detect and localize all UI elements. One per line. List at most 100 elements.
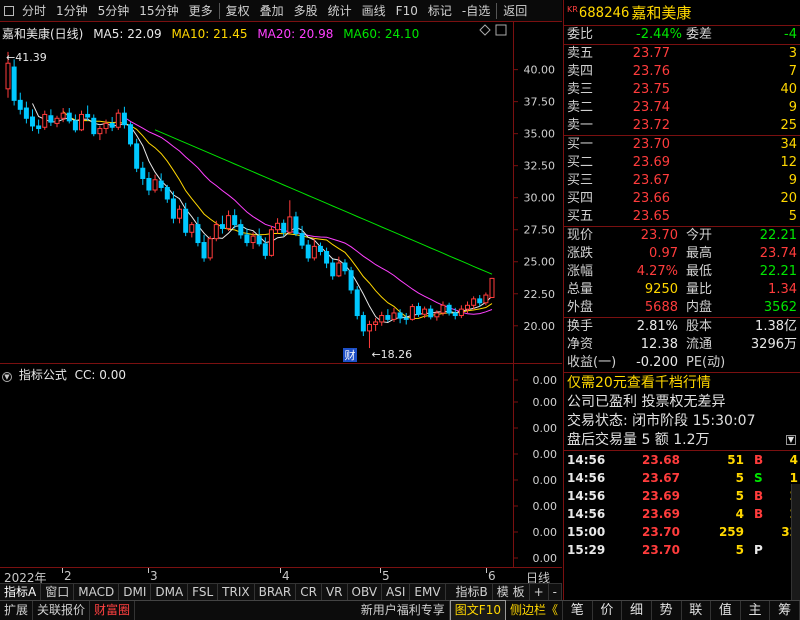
toolbar-button[interactable]: 画线: [357, 0, 391, 22]
stock-name[interactable]: 嘉和美康: [631, 2, 691, 23]
diamond-icon[interactable]: [479, 24, 491, 36]
order-price[interactable]: 23.66: [633, 190, 670, 208]
candle-body[interactable]: [91, 117, 97, 135]
toolbar-button[interactable]: 返回: [498, 0, 532, 22]
extend-button[interactable]: 扩展: [0, 601, 34, 620]
candle-body[interactable]: [471, 298, 477, 306]
indicator-tab[interactable]: DMI: [119, 584, 152, 600]
candle-body[interactable]: [317, 245, 323, 252]
candle-body[interactable]: [428, 308, 434, 318]
indicator-tab[interactable]: 指标A: [0, 584, 42, 600]
candle-body[interactable]: [183, 208, 189, 233]
toolbar-button[interactable]: -自选: [457, 0, 495, 22]
candle-body[interactable]: [66, 112, 72, 122]
toolbar-checkbox[interactable]: [4, 5, 14, 16]
candle-body[interactable]: [85, 113, 91, 118]
quote-tab[interactable]: 价: [593, 601, 623, 620]
order-price[interactable]: 23.70: [633, 136, 670, 154]
toolbar-button[interactable]: 更多: [184, 0, 218, 22]
candle-body[interactable]: [336, 262, 342, 277]
candle-body[interactable]: [348, 270, 354, 291]
indicator-tab[interactable]: DMA: [151, 584, 189, 600]
candle-body[interactable]: [287, 216, 293, 233]
f10-graphic-button[interactable]: 图文F10: [449, 600, 506, 620]
candle-body[interactable]: [256, 235, 262, 245]
level2-promo[interactable]: 仅需20元查看千档行情: [564, 373, 800, 393]
toolbar-button[interactable]: 5分钟: [93, 0, 135, 22]
candle-body[interactable]: [366, 324, 372, 332]
toolbar-button[interactable]: F10: [391, 0, 423, 22]
order-price[interactable]: 23.77: [633, 45, 670, 63]
candle-body[interactable]: [97, 128, 103, 135]
candle-body[interactable]: [391, 312, 397, 320]
candle-body[interactable]: [281, 222, 287, 233]
candle-body[interactable]: [422, 308, 428, 315]
candle-body[interactable]: [30, 116, 36, 127]
candle-body[interactable]: [121, 112, 127, 126]
collapse-icon[interactable]: ▼: [2, 372, 12, 382]
candle-body[interactable]: [23, 107, 29, 119]
sidebar-toggle[interactable]: 侧边栏《: [506, 601, 563, 620]
candle-body[interactable]: [330, 262, 336, 277]
quote-tab[interactable]: 细: [622, 601, 652, 620]
candle-body[interactable]: [109, 122, 115, 128]
indicator-tab[interactable]: VR: [322, 584, 348, 600]
indicator-tab[interactable]: ASI: [382, 584, 411, 600]
panel-separator[interactable]: [0, 363, 562, 364]
wealth-circle-button[interactable]: 财富圈: [90, 601, 136, 620]
toolbar-button[interactable]: 叠加: [255, 0, 289, 22]
candle-body[interactable]: [158, 180, 164, 188]
indicator-tab[interactable]: TRIX: [218, 584, 255, 600]
candle-body[interactable]: [305, 244, 311, 259]
candle-body[interactable]: [342, 262, 348, 272]
indicator-tab[interactable]: 指标B: [452, 584, 493, 600]
candle-body[interactable]: [201, 242, 207, 259]
candle-body[interactable]: [226, 215, 232, 229]
candle-body[interactable]: [152, 179, 158, 191]
indicator-tab[interactable]: 模 板: [493, 584, 530, 600]
candle-body[interactable]: [189, 224, 195, 233]
toolbar-button[interactable]: 1分钟: [51, 0, 93, 22]
candle-body[interactable]: [434, 312, 440, 318]
order-price[interactable]: 23.72: [633, 117, 670, 135]
toolbar-button[interactable]: 多股: [289, 0, 323, 22]
tick-scrollbar[interactable]: [791, 484, 800, 600]
candle-body[interactable]: [42, 113, 48, 128]
candle-body[interactable]: [103, 122, 109, 130]
candle-body[interactable]: [238, 224, 244, 236]
candle-body[interactable]: [464, 304, 470, 310]
candle-body[interactable]: [17, 99, 23, 110]
candle-body[interactable]: [489, 277, 495, 298]
candle-body[interactable]: [146, 177, 152, 191]
toolbar-button[interactable]: 标记: [423, 0, 457, 22]
chevron-down-icon[interactable]: ▼: [786, 435, 796, 445]
candle-body[interactable]: [54, 117, 60, 124]
indicator-tab[interactable]: OBV: [348, 584, 383, 600]
candle-body[interactable]: [397, 312, 403, 319]
candle-body[interactable]: [275, 222, 281, 231]
candle-body[interactable]: [177, 208, 183, 219]
candle-body[interactable]: [385, 315, 391, 320]
candle-body[interactable]: [415, 306, 421, 315]
candle-body[interactable]: [354, 289, 360, 317]
quote-tab[interactable]: 筹: [770, 601, 800, 620]
candle-body[interactable]: [324, 250, 330, 264]
candle-body[interactable]: [299, 233, 305, 246]
quote-tab[interactable]: 势: [652, 601, 682, 620]
candle-body[interactable]: [440, 304, 446, 314]
candle-body[interactable]: [5, 62, 11, 90]
toolbar-button[interactable]: 分时: [17, 0, 51, 22]
candle-body[interactable]: [452, 312, 458, 317]
candle-body[interactable]: [213, 224, 219, 240]
quote-tab[interactable]: 联: [682, 601, 712, 620]
indicator-tab[interactable]: -: [549, 584, 562, 600]
order-price[interactable]: 23.75: [633, 81, 670, 99]
candle-body[interactable]: [48, 115, 54, 123]
candle-body[interactable]: [72, 120, 78, 131]
candle-body[interactable]: [446, 304, 452, 314]
candle-body[interactable]: [262, 243, 268, 256]
candle-body[interactable]: [115, 112, 121, 128]
candle-body[interactable]: [379, 315, 385, 323]
order-price[interactable]: 23.76: [633, 63, 670, 81]
candle-body[interactable]: [134, 143, 140, 169]
